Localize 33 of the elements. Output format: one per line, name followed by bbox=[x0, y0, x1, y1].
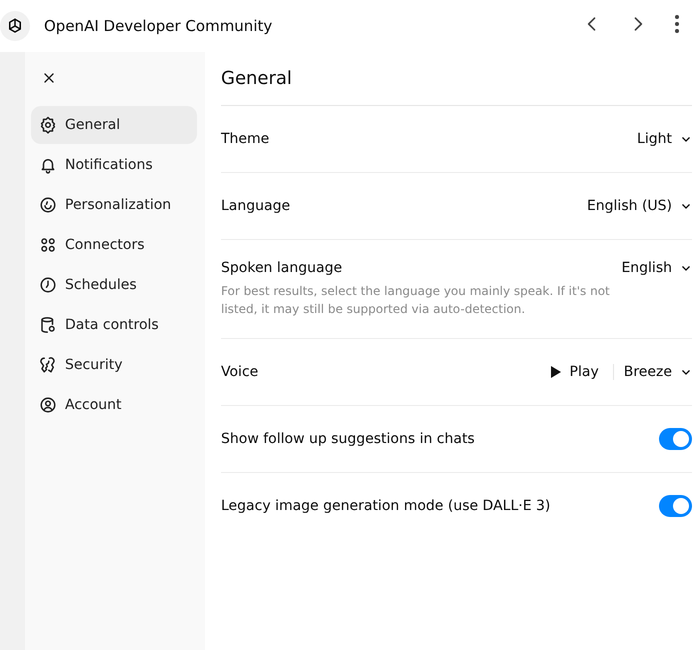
dropdown-button[interactable]: English bbox=[621, 260, 692, 276]
dropdown-button[interactable]: English (US) bbox=[586, 198, 692, 214]
sidebar-item[interactable]: Schedules bbox=[31, 266, 197, 304]
play-icon bbox=[550, 365, 562, 379]
dropdown-button[interactable]: Light bbox=[637, 131, 692, 147]
clock-icon bbox=[39, 276, 57, 294]
sidebar-item[interactable]: Connectors bbox=[31, 226, 197, 264]
smile-icon bbox=[39, 196, 57, 214]
sidebar-item[interactable]: Notifications bbox=[31, 146, 197, 184]
setting-label: Show follow up suggestions in chats bbox=[221, 431, 476, 447]
toggle-switch[interactable] bbox=[659, 428, 692, 450]
user-icon bbox=[39, 396, 57, 414]
dropdown-button[interactable]: Breeze bbox=[624, 364, 692, 380]
setting-label: Legacy image generation mode (use DALL·E 3) bbox=[221, 498, 552, 514]
sidebar-item[interactable]: Data controls bbox=[31, 306, 197, 344]
gear-icon bbox=[39, 116, 57, 134]
setting-label: Spoken language bbox=[221, 260, 344, 276]
setting-label: Theme bbox=[221, 131, 270, 147]
bell-icon bbox=[39, 156, 57, 174]
nodes-icon bbox=[39, 236, 57, 254]
setting-label: Voice bbox=[221, 364, 260, 380]
window-title: OpenAI Developer Community bbox=[44, 17, 274, 35]
more-icon bbox=[674, 14, 680, 34]
panel-title: General bbox=[221, 52, 692, 106]
setting-label: Language bbox=[221, 198, 292, 214]
toggle-switch[interactable] bbox=[659, 495, 692, 517]
sidebar-item[interactable]: Personalization bbox=[31, 186, 197, 224]
hint-text: For best results, select the language you mainly speak. If it's not listed, it may still be supported via auto-detection. bbox=[221, 283, 611, 318]
play-button[interactable]: Play bbox=[550, 364, 614, 380]
sidebar-item[interactable]: Security bbox=[31, 346, 197, 384]
sidebar-item[interactable]: Account bbox=[31, 386, 197, 424]
sidebar-item[interactable]: General bbox=[31, 106, 197, 144]
database-gear-icon bbox=[39, 316, 57, 334]
